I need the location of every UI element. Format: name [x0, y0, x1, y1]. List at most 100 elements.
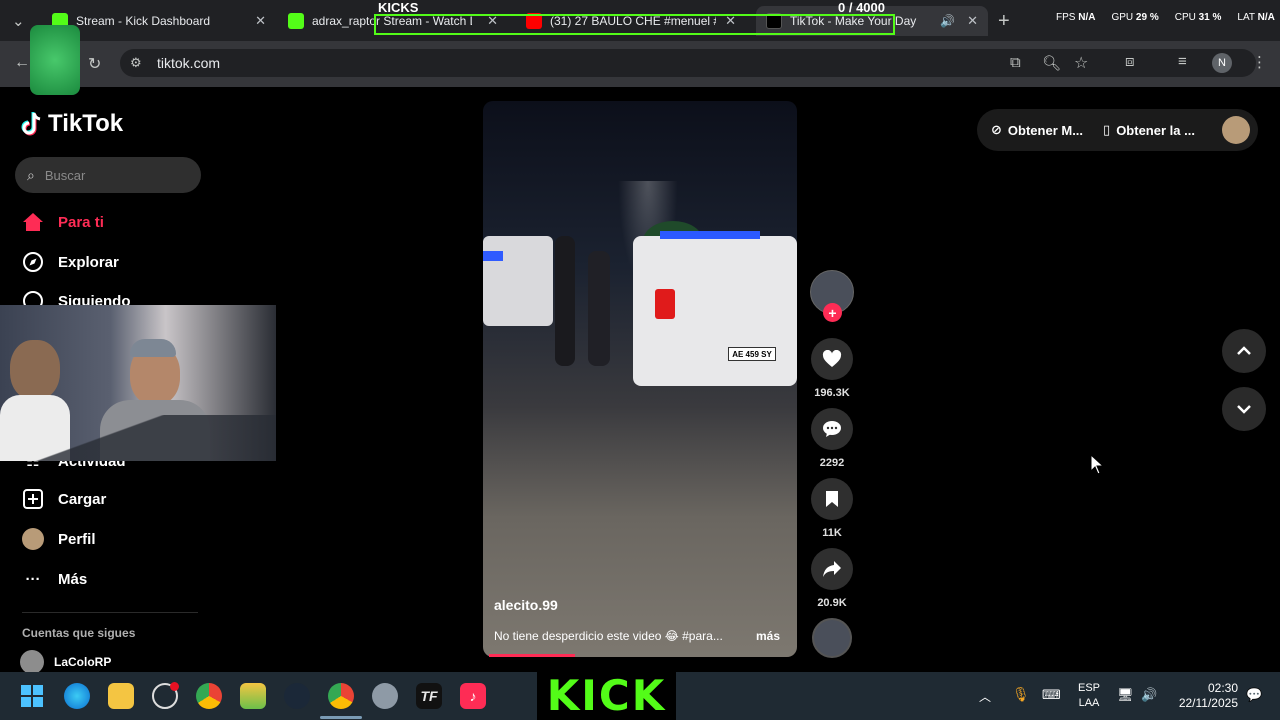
- nav-label: Cargar: [58, 490, 107, 508]
- police-light: [483, 251, 503, 261]
- comment-icon: [823, 421, 841, 437]
- caption-more-link[interactable]: más: [756, 629, 780, 643]
- tf-app-icon[interactable]: TF: [416, 683, 442, 709]
- back-icon[interactable]: ←: [14, 54, 30, 72]
- steam-icon[interactable]: [284, 683, 310, 709]
- system-clock[interactable]: 02:30 22/11/2025: [1172, 681, 1238, 711]
- lat-stat: LAT N/A: [1237, 12, 1274, 23]
- fps-stat: FPS N/A: [1056, 12, 1095, 23]
- video-progress-bar[interactable]: [489, 654, 575, 657]
- upload-icon: [22, 488, 44, 510]
- stat-label: LAT: [1237, 12, 1255, 23]
- reload-icon[interactable]: ↻: [88, 54, 101, 74]
- profile-avatar[interactable]: N: [1212, 53, 1232, 73]
- show-hidden-icons-chevron-icon[interactable]: ︿: [979, 688, 991, 705]
- tab-search-icon[interactable]: ⌄: [12, 12, 25, 30]
- microphone-icon[interactable]: 🎙: [1012, 686, 1030, 703]
- chrome-menu-icon[interactable]: ⋮: [1252, 53, 1267, 71]
- person-face: [10, 340, 60, 400]
- nav-label: Perfil: [58, 530, 96, 548]
- nav-explorar[interactable]: Explorar: [22, 251, 119, 273]
- kicks-goal-counter: 0 / 4000: [838, 0, 885, 15]
- profile-icon: [22, 528, 44, 550]
- coin-icon: ⊘: [991, 122, 1002, 137]
- stat-label: FPS: [1056, 12, 1076, 23]
- network-icon[interactable]: 🖥: [1117, 687, 1134, 703]
- nav-label: Más: [58, 570, 88, 588]
- nav-para-ti[interactable]: Para ti: [22, 211, 104, 233]
- active-app-indicator: [320, 716, 362, 719]
- mouse-cursor-icon: [1090, 454, 1104, 475]
- perf-stats-overlay: FPS N/A GPU 29 % CPU 31 % LAT N/A: [1056, 12, 1275, 23]
- get-coins-button[interactable]: Obtener M...: [1008, 123, 1083, 138]
- keyboard-icon[interactable]: ⌨: [1042, 687, 1061, 703]
- settings-gear-icon[interactable]: [372, 683, 398, 709]
- input-language[interactable]: ESP LAA: [1076, 681, 1102, 711]
- cpu-stat: CPU 31 %: [1175, 12, 1222, 23]
- avatar: [20, 650, 44, 674]
- nav-cargar[interactable]: Cargar: [22, 488, 106, 510]
- like-button[interactable]: [811, 338, 853, 380]
- avatar[interactable]: [1222, 116, 1250, 144]
- windows-start-icon[interactable]: [19, 683, 45, 709]
- bluestacks-icon[interactable]: [240, 683, 266, 709]
- chrome-icon[interactable]: [328, 683, 354, 709]
- kicks-goal-bar: [374, 14, 895, 35]
- media-control-icon[interactable]: ≡: [1178, 53, 1187, 70]
- police-car-left: [483, 236, 553, 326]
- logo-text: TikTok: [48, 110, 124, 137]
- nav-perfil[interactable]: Perfil: [22, 528, 96, 550]
- kick-brand-logo: KICK: [537, 670, 676, 720]
- stat-value: N/A: [1078, 12, 1096, 23]
- sidebar-divider: [22, 612, 198, 613]
- nav-label: Para ti: [58, 213, 104, 231]
- stat-value: 29 %: [1135, 12, 1159, 23]
- share-icon: [823, 561, 841, 577]
- nav-mas[interactable]: ··· Más: [22, 568, 88, 590]
- extensions-icon[interactable]: ⧈: [1125, 53, 1135, 70]
- sound-disc-icon[interactable]: [812, 618, 852, 658]
- more-icon: ···: [25, 570, 41, 588]
- follow-plus-icon[interactable]: +: [823, 303, 842, 322]
- kick-favicon-icon: [288, 13, 304, 29]
- next-video-button[interactable]: [1222, 387, 1266, 431]
- edge-icon[interactable]: [64, 683, 90, 709]
- file-explorer-icon[interactable]: [108, 683, 134, 709]
- tiktok-logo[interactable]: TikTok: [20, 110, 123, 138]
- video-player[interactable]: AE 459 SY: [483, 101, 797, 657]
- stat-label: GPU: [1111, 12, 1134, 23]
- site-info-icon[interactable]: ⚙: [130, 55, 142, 71]
- clock-date: 22/11/2025: [1178, 696, 1238, 710]
- tab-close-icon[interactable]: ✕: [255, 13, 266, 29]
- heart-icon: [822, 350, 842, 367]
- search-placeholder: Buscar: [44, 167, 86, 183]
- audio-playing-icon[interactable]: 🔊: [940, 14, 955, 28]
- light-bar: [660, 231, 760, 239]
- notification-dot: [170, 682, 179, 691]
- search-input[interactable]: ⌕ Buscar: [15, 157, 201, 193]
- tiktok-note-icon: [21, 112, 41, 136]
- get-app-bar: ⊘ Obtener M... ▯ Obtener la ...: [977, 109, 1258, 151]
- get-app-button[interactable]: Obtener la ...: [1116, 123, 1195, 138]
- share-button[interactable]: [811, 548, 853, 590]
- install-app-icon[interactable]: ⧉: [1010, 54, 1021, 71]
- stat-value: N/A: [1257, 12, 1275, 23]
- tab-close-icon[interactable]: ✕: [967, 13, 978, 29]
- stat-value: 31 %: [1198, 12, 1222, 23]
- bookmark-star-icon[interactable]: ☆: [1074, 53, 1088, 73]
- following-account[interactable]: LaColoRP: [20, 650, 111, 674]
- volume-icon[interactable]: 🔊: [1141, 687, 1157, 703]
- cap: [130, 339, 176, 357]
- new-tab-icon[interactable]: +: [998, 10, 1010, 33]
- save-button[interactable]: [811, 478, 853, 520]
- tail-light: [655, 289, 675, 319]
- chrome-icon[interactable]: [196, 683, 222, 709]
- zoom-icon[interactable]: 🔍︎: [1042, 54, 1061, 72]
- video-username[interactable]: alecito.99: [494, 597, 558, 613]
- comment-button[interactable]: [811, 408, 853, 450]
- notifications-icon[interactable]: 💬: [1246, 687, 1262, 703]
- previous-video-button[interactable]: [1222, 329, 1266, 373]
- tiktok-app-icon[interactable]: ♪: [460, 683, 486, 709]
- home-icon: [22, 211, 44, 233]
- url-text[interactable]: tiktok.com: [157, 55, 220, 71]
